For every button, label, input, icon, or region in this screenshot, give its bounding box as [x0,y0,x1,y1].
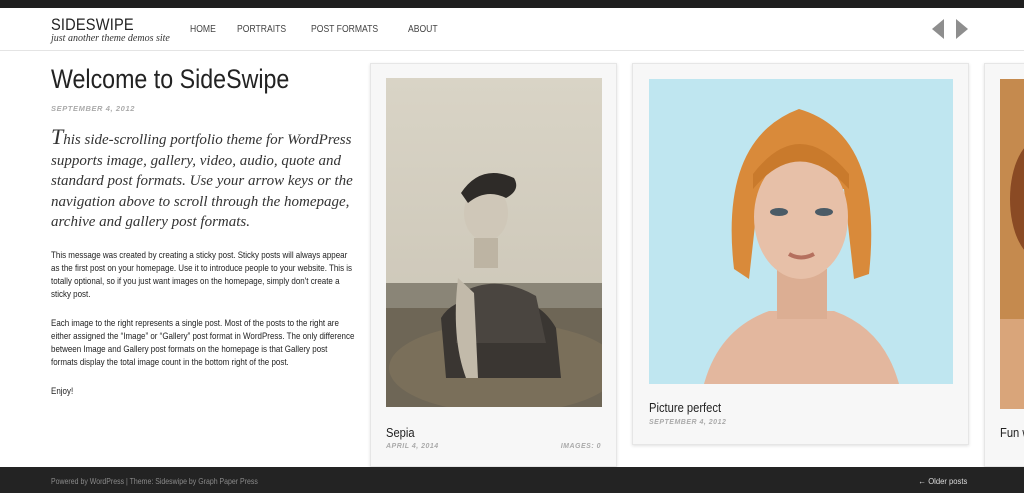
post-paragraph: Enjoy! [51,385,74,397]
post-paragraph: This message was created by creating a s… [51,249,353,300]
post-date: SEPTEMBER 4, 2012 [51,104,135,113]
image-count: IMAGES: 0 [560,443,601,450]
site-title[interactable]: SIDESWIPE [51,15,134,35]
sepia-portrait-image [386,78,602,407]
post-card-sepia[interactable]: Sepia APRIL 4, 2014 IMAGES: 0 [370,63,617,467]
post-photo[interactable] [386,78,602,407]
nav-item-portraits[interactable]: PORTRAITS [237,23,286,35]
post-photo[interactable] [1000,79,1024,409]
post-title[interactable]: Picture perfect [649,400,721,415]
post-title[interactable]: Fun w [1000,425,1024,440]
older-posts-link[interactable]: ← Older posts [918,476,967,486]
top-bar [0,0,1024,8]
site-footer: Powered by WordPress | Theme: Sideswipe … [0,467,1024,493]
post-date: APRIL 4, 2014 [386,443,439,450]
post-card-picture-perfect[interactable]: Picture perfect SEPTEMBER 4, 2012 [632,63,969,445]
sticky-post: Welcome to SideSwipe SEPTEMBER 4, 2012 T… [51,64,356,398]
post-photo[interactable] [649,79,953,384]
post-title[interactable]: Sepia [386,425,415,440]
site-header: SIDESWIPE just another theme demos site … [0,8,1024,51]
nav-item-about[interactable]: ABOUT [408,23,438,35]
lead-text: his side-scrolling portfolio theme for W… [51,132,353,230]
post-paragraph: Each image to the right represents a sin… [51,317,355,368]
nav-item-home[interactable]: HOME [190,23,216,35]
third-portrait-image [1000,79,1024,409]
drop-cap: T [51,124,64,149]
site-description: just another theme demos site [51,33,170,44]
post-title[interactable]: Welcome to SideSwipe [51,64,313,95]
scroll-arrows [932,19,968,39]
triangle-left-icon[interactable] [932,19,944,39]
redhead-portrait-image [649,79,953,384]
post-date: SEPTEMBER 4, 2012 [649,419,727,426]
main-nav: HOME PORTRAITS POST FORMATS ABOUT [190,23,459,35]
nav-item-post-formats[interactable]: POST FORMATS [311,23,378,35]
triangle-right-icon[interactable] [956,19,968,39]
post-lead: This side-scrolling portfolio theme for … [51,124,356,233]
post-card-partial[interactable]: Fun w [984,63,1024,467]
footer-credit[interactable]: Powered by WordPress | Theme: Sideswipe … [51,476,258,486]
